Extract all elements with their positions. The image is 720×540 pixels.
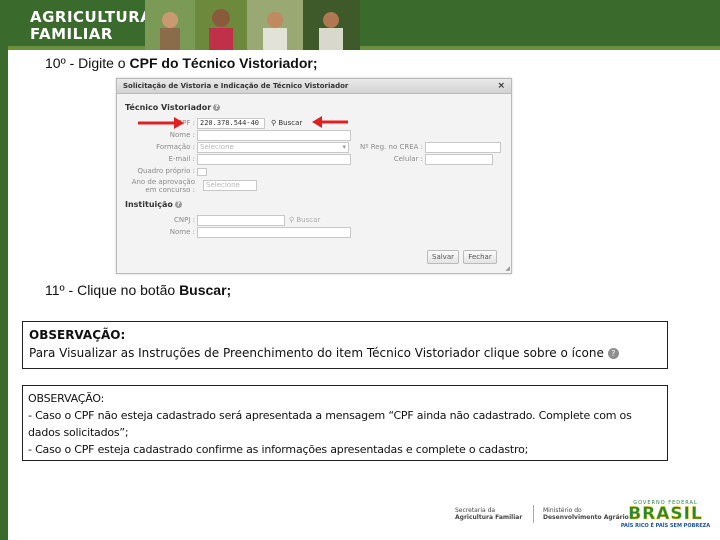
cnpj-label: CNPJ :: [174, 216, 195, 224]
resize-grip-icon[interactable]: ◢: [505, 265, 510, 272]
brasil-slogan: PAÍS RICO É PAÍS SEM POBREZA: [620, 523, 711, 529]
quadro-proprio-label: Quadro próprio :: [137, 167, 196, 175]
ano-label-line-2: em concurso :: [145, 186, 195, 194]
arrow-left-icon: [312, 116, 348, 128]
step-10-bold: CPF do Técnico Vistoriador;: [129, 55, 318, 71]
dialog-title: Solicitação de Vistoria e Indicação de T…: [117, 79, 511, 94]
step-11-prefix: 11º - Clique no botão: [45, 282, 180, 298]
step-11: 11º - Clique no botão Buscar;: [45, 282, 231, 298]
section-tecnico-label: Técnico Vistoriador: [125, 103, 212, 112]
logo-ministerio-desenvolvimento-agrario: Ministério do Desenvolvimento Agrário: [543, 507, 629, 521]
nome-input[interactable]: [197, 130, 351, 141]
header-banner: AGRICULTURA FAMILIAR: [0, 0, 720, 50]
cnpj-input[interactable]: [197, 215, 285, 226]
cpf-input[interactable]: 220.378.544-40: [197, 118, 265, 129]
observacao-2-title: OBSERVAÇÃO:: [28, 392, 105, 405]
buscar-instituicao-button[interactable]: ⚲ Buscar: [289, 216, 320, 224]
step-10-prefix: 10º - Digite o: [45, 55, 130, 71]
celular-label: Celular :: [393, 155, 423, 163]
quadro-proprio-checkbox[interactable]: [197, 168, 207, 176]
formacao-value: Selecione: [200, 143, 234, 151]
close-icon[interactable]: ×: [497, 79, 505, 94]
search-icon: ⚲: [271, 119, 277, 127]
logo-secretaria-agricultura-familiar: Secretaria da Agricultura Familiar: [455, 507, 522, 521]
brand-line-2: FAMILIAR: [30, 25, 113, 43]
celular-input[interactable]: [425, 154, 493, 165]
nome-label: Nome :: [169, 131, 195, 139]
buscar-instituicao-label: Buscar: [296, 216, 321, 224]
observacao-2-line-2: - Caso o CPF esteja cadastrado confirme …: [28, 443, 529, 456]
observacao-box-2: OBSERVAÇÃO: - Caso o CPF não esteja cada…: [22, 385, 668, 461]
buscar-button[interactable]: ⚲ Buscar: [271, 119, 302, 127]
brand-line-1: AGRICULTURA: [30, 8, 153, 26]
buscar-label: Buscar: [278, 119, 303, 127]
ano-value: Selecione: [206, 181, 240, 189]
section-tecnico-vistoriador: Técnico Vistoriador?: [125, 103, 221, 112]
reg-crea-input[interactable]: [425, 142, 501, 153]
logo-2-line-1: Ministério do: [543, 507, 582, 514]
brasil-word: BRASIL: [628, 504, 703, 524]
ano-aprovacao-select[interactable]: Selecione: [203, 180, 257, 191]
step-11-bold: Buscar;: [179, 282, 232, 298]
help-icon[interactable]: ?: [213, 104, 221, 111]
section-instituicao-label: Instituição: [125, 200, 173, 209]
observacao-box-1: OBSERVAÇÃO: Para Visualizar as Instruçõe…: [22, 321, 668, 369]
logo-2-line-2: Desenvolvimento Agrário: [543, 514, 629, 521]
reg-crea-label: Nº Reg. no CREA :: [360, 143, 423, 151]
dialog-screenshot: Solicitação de Vistoria e Indicação de T…: [116, 78, 512, 274]
footer-divider: [533, 505, 534, 523]
ano-label-line-1: Ano de aprovação: [131, 178, 195, 186]
observacao-2-line-1: - Caso o CPF não esteja cadastrado será …: [28, 409, 632, 439]
ano-aprovacao-label: Ano de aprovação em concurso :: [123, 178, 195, 194]
help-icon[interactable]: ?: [174, 201, 182, 208]
header-photos: [145, 0, 360, 50]
nome-instituicao-input[interactable]: [197, 227, 351, 238]
arrow-right-icon: [138, 117, 184, 129]
logo-1-line-1: Secretaria da: [455, 507, 496, 514]
brand-logo: AGRICULTURA FAMILIAR: [30, 9, 152, 43]
email-input[interactable]: [197, 154, 351, 165]
help-icon: ?: [607, 348, 619, 359]
email-label: E-mail :: [168, 155, 195, 163]
fechar-button[interactable]: Fechar: [463, 250, 497, 264]
salvar-button[interactable]: Salvar: [427, 250, 459, 264]
search-icon: ⚲: [289, 216, 295, 224]
brasil-government-logo: GOVERNO FEDERAL BRASIL PAÍS RICO É PAÍS …: [618, 500, 713, 529]
observacao-1-text-row: Para Visualizar as Instruções de Preench…: [29, 344, 661, 362]
observacao-1-title: OBSERVAÇÃO:: [29, 328, 126, 342]
logo-1-line-2: Agricultura Familiar: [455, 514, 523, 521]
observacao-1-text: Para Visualizar as Instruções de Preench…: [29, 346, 604, 360]
nome-instituicao-label: Nome :: [169, 228, 195, 236]
left-accent-bar: [0, 0, 8, 540]
header-strip: [0, 46, 720, 50]
formacao-label: Formação :: [156, 143, 195, 151]
step-10: 10º - Digite o CPF do Técnico Vistoriado…: [45, 55, 318, 71]
section-instituicao: Instituição?: [125, 200, 182, 209]
formacao-select[interactable]: Selecione ▾: [197, 142, 349, 153]
